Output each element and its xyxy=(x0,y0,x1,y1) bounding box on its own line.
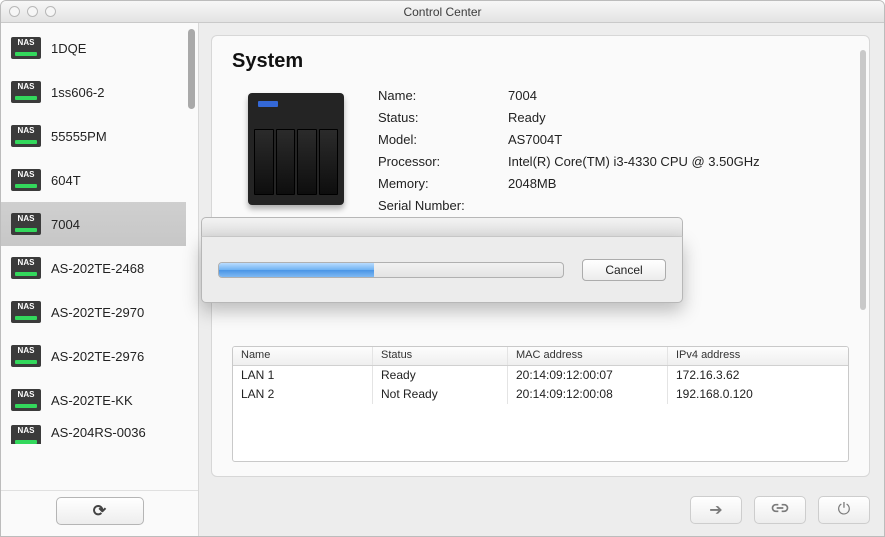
action-bar: ➔ ⏻ xyxy=(690,490,870,530)
col-header-ip[interactable]: IPv4 address xyxy=(668,347,848,365)
nas-icon xyxy=(11,213,41,235)
system-row-status: Status:Ready xyxy=(378,107,760,129)
system-row-memory: Memory:2048MB xyxy=(378,173,760,195)
progress-fill xyxy=(219,263,374,277)
arrow-right-icon: ➔ xyxy=(709,500,722,520)
system-row-processor: Processor:Intel(R) Core(TM) i3-4330 CPU … xyxy=(378,151,760,173)
sidebar-item-label: AS-202TE-2976 xyxy=(51,349,144,364)
window-title: Control Center xyxy=(1,5,884,19)
close-window-button[interactable] xyxy=(9,6,20,17)
progress-bar xyxy=(218,262,564,278)
nas-icon xyxy=(11,81,41,103)
nas-icon xyxy=(11,389,41,411)
sidebar-item-as-204rs-0036[interactable]: AS-204RS-0036 xyxy=(1,422,186,444)
sidebar-item-1dqe[interactable]: 1DQE xyxy=(1,26,186,70)
system-row-model: Model:AS7004T xyxy=(378,129,760,151)
sidebar-item-604t[interactable]: 604T xyxy=(1,158,186,202)
sidebar-item-as-202te-2468[interactable]: AS-202TE-2468 xyxy=(1,246,186,290)
link-button[interactable] xyxy=(754,496,806,524)
sidebar-scrollbar[interactable] xyxy=(188,29,195,109)
link-icon xyxy=(770,501,790,520)
table-row[interactable]: LAN 1 Ready 20:14:09:12:00:07 172.16.3.6… xyxy=(233,366,848,385)
nas-icon xyxy=(11,425,41,444)
system-heading: System xyxy=(232,50,849,73)
cancel-button[interactable]: Cancel xyxy=(582,259,666,281)
nas-icon xyxy=(11,345,41,367)
sidebar-item-as-202te-2976[interactable]: AS-202TE-2976 xyxy=(1,334,186,378)
power-button[interactable]: ⏻ xyxy=(818,496,870,524)
refresh-icon: ⟳ xyxy=(93,501,106,521)
device-list: 1DQE 1ss606-2 55555PM 604T 7004 xyxy=(1,26,186,484)
nas-icon xyxy=(11,37,41,59)
col-header-mac[interactable]: MAC address xyxy=(508,347,668,365)
panel-scrollbar[interactable] xyxy=(860,50,866,310)
col-header-status[interactable]: Status xyxy=(373,347,508,365)
table-header: Name Status MAC address IPv4 address xyxy=(233,347,848,366)
nas-device-image xyxy=(232,85,360,213)
sidebar-item-55555pm[interactable]: 55555PM xyxy=(1,114,186,158)
progress-dialog: Cancel xyxy=(201,217,683,303)
power-icon: ⏻ xyxy=(838,501,851,519)
minimize-window-button[interactable] xyxy=(27,6,38,17)
sidebar-item-as-202te-kk[interactable]: AS-202TE-KK xyxy=(1,378,186,422)
system-row-name: Name:7004 xyxy=(378,85,760,107)
sidebar-item-label: AS-204RS-0036 xyxy=(51,425,146,440)
sidebar-item-label: AS-202TE-2970 xyxy=(51,305,144,320)
sidebar-item-label: AS-202TE-2468 xyxy=(51,261,144,276)
sidebar-item-as-202te-2970[interactable]: AS-202TE-2970 xyxy=(1,290,186,334)
sidebar-item-label: 7004 xyxy=(51,217,80,232)
titlebar: Control Center xyxy=(1,1,884,23)
sidebar-item-label: 1ss606-2 xyxy=(51,85,104,100)
col-header-name[interactable]: Name xyxy=(233,347,373,365)
zoom-window-button[interactable] xyxy=(45,6,56,17)
connect-button[interactable]: ➔ xyxy=(690,496,742,524)
sidebar-item-label: 55555PM xyxy=(51,129,107,144)
app-window: Control Center 1DQE 1ss606-2 55555PM xyxy=(0,0,885,537)
dialog-titlebar[interactable] xyxy=(201,217,683,237)
table-row[interactable]: LAN 2 Not Ready 20:14:09:12:00:08 192.16… xyxy=(233,385,848,404)
sidebar-item-label: 1DQE xyxy=(51,41,86,56)
sidebar-item-7004[interactable]: 7004 xyxy=(1,202,186,246)
nas-icon xyxy=(11,169,41,191)
sidebar-item-1ss606-2[interactable]: 1ss606-2 xyxy=(1,70,186,114)
network-table: Name Status MAC address IPv4 address LAN… xyxy=(232,346,849,462)
refresh-button[interactable]: ⟳ xyxy=(56,497,144,525)
nas-icon xyxy=(11,301,41,323)
system-row-serial: Serial Number: xyxy=(378,195,760,217)
sidebar: 1DQE 1ss606-2 55555PM 604T 7004 xyxy=(1,23,199,536)
nas-icon xyxy=(11,125,41,147)
sidebar-item-label: AS-202TE-KK xyxy=(51,393,133,408)
window-controls xyxy=(9,6,56,17)
nas-icon xyxy=(11,257,41,279)
sidebar-item-label: 604T xyxy=(51,173,81,188)
